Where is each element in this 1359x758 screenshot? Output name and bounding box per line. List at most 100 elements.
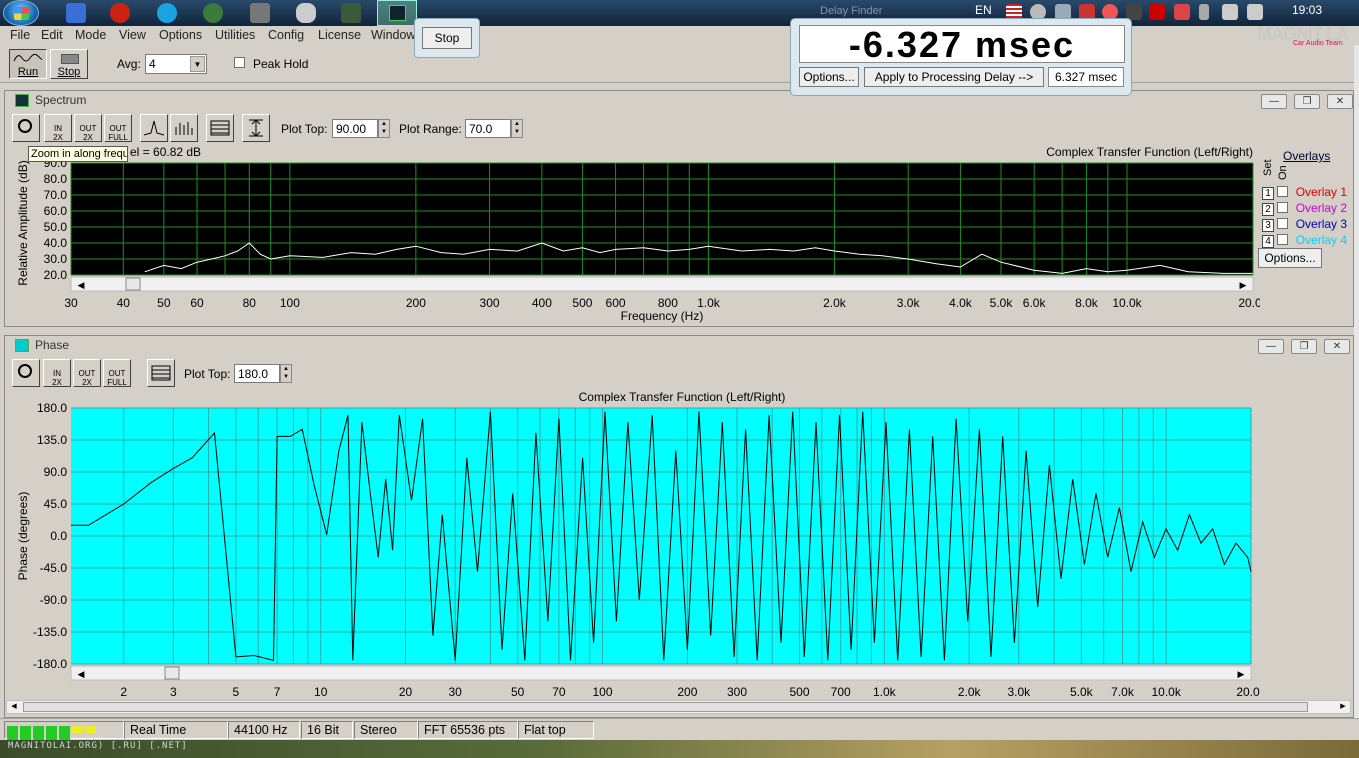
menu-config[interactable]: Config: [268, 28, 304, 42]
phase-plot-top-spinner[interactable]: ▲ ▼: [280, 364, 292, 383]
phase-plot-top-input[interactable]: 180.0: [234, 364, 280, 383]
avg-select[interactable]: 4 ▼: [145, 54, 207, 74]
phase-plot-top-label: Plot Top:: [184, 367, 231, 381]
overlay-set-2[interactable]: 2: [1262, 203, 1274, 216]
speaker-icon[interactable]: [1247, 4, 1263, 20]
menu-file[interactable]: File: [10, 28, 30, 42]
y-tick-label: 50.0: [44, 220, 68, 234]
y-tick-label: 20.0: [44, 268, 68, 282]
x-tick-label: 5.0k: [990, 296, 1014, 310]
status-rate: 44100 Hz: [228, 721, 300, 739]
line-mode-button[interactable]: [140, 114, 168, 142]
zoom-out-full-button[interactable]: OUT FULL: [104, 114, 132, 142]
spectrum-window-title: Spectrum: [35, 93, 87, 107]
overlay-set-3[interactable]: 3: [1262, 219, 1274, 232]
overlay-row-2: 2 Overlay 2: [1262, 201, 1347, 216]
scroll-thumb[interactable]: [23, 702, 1308, 712]
spectrum-window-icon: [15, 94, 29, 107]
spectrum-plot-top-spinner[interactable]: ▲ ▼: [378, 119, 390, 138]
menu-window[interactable]: Window: [371, 28, 415, 42]
phase-restore-icon[interactable]: ❐: [1291, 339, 1317, 354]
restore-icon[interactable]: ❐: [1294, 94, 1320, 109]
spectrum-plot-top-input[interactable]: 90.00: [332, 119, 378, 138]
y-tick-label: 180.0: [37, 401, 67, 415]
x-tick-label: 2.0k: [823, 296, 847, 310]
overlay-checkbox-2[interactable]: [1277, 202, 1289, 213]
active-app-tab[interactable]: [377, 0, 417, 26]
overlay-options-button[interactable]: Options...: [1258, 248, 1322, 268]
scroll-left-icon: ◀: [78, 669, 85, 679]
ati-icon[interactable]: [1149, 4, 1165, 20]
list-view-button[interactable]: [206, 114, 234, 142]
zoom-tool-button[interactable]: [12, 114, 40, 142]
plot-range-spinner[interactable]: ▲ ▼: [511, 119, 523, 138]
menu-edit[interactable]: Edit: [41, 28, 63, 42]
x-tick-label: 3.0k: [897, 296, 921, 310]
overlay-checkbox-1[interactable]: [1277, 186, 1289, 197]
workspace-vscrollbar[interactable]: [1354, 45, 1359, 718]
chart-scrollbar: [70, 665, 1252, 681]
phase-zoom-tool-button[interactable]: [12, 359, 40, 387]
zoom-in-2x-button[interactable]: IN 2X: [44, 114, 72, 142]
plot-range-input[interactable]: 70.0: [465, 119, 511, 138]
overlays-label[interactable]: Overlays: [1283, 149, 1330, 163]
flag-red-icon[interactable]: [1174, 4, 1190, 20]
y-axis-label: Relative Amplitude (dB): [16, 160, 30, 285]
phase-zoom-in-2x-button[interactable]: IN 2X: [43, 359, 71, 387]
menu-view[interactable]: View: [119, 28, 146, 42]
zoom-out-2x-button[interactable]: OUT 2X: [74, 114, 102, 142]
x-tick-label: 700: [831, 685, 851, 698]
start-button[interactable]: [3, 0, 39, 26]
film-icon[interactable]: [250, 3, 270, 23]
level-seg: [72, 726, 83, 733]
ghost-window-title: Delay Finder: [820, 5, 883, 17]
overlay-checkbox-3[interactable]: [1277, 218, 1289, 229]
menu-mode[interactable]: Mode: [75, 28, 106, 42]
phase-zoom-out-2x-button[interactable]: OUT 2X: [73, 359, 101, 387]
phase-list-view-button[interactable]: [147, 359, 175, 387]
workspace-hscrollbar[interactable]: ◀ ▶: [6, 700, 1351, 714]
alien-icon[interactable]: [296, 3, 316, 23]
phase-zoom-out-full-button[interactable]: OUT FULL: [103, 359, 131, 387]
clock[interactable]: 19:03: [1292, 3, 1322, 17]
scroll-left-icon[interactable]: ◀: [8, 702, 20, 712]
stop-button[interactable]: Stop: [50, 49, 88, 79]
overlay-set-1[interactable]: 1: [1262, 187, 1274, 200]
x-tick-label: 50: [157, 296, 171, 310]
bar-mode-button[interactable]: [170, 114, 198, 142]
run-button[interactable]: Run: [9, 49, 47, 79]
save-app-icon[interactable]: [66, 3, 86, 23]
monitor-icon[interactable]: [341, 3, 361, 23]
menu-options[interactable]: Options: [159, 28, 202, 42]
apply-delay-button[interactable]: Apply to Processing Delay -->: [864, 67, 1044, 87]
peak-hold-checkbox[interactable]: [234, 57, 245, 68]
chart-scroll-thumb: [125, 277, 141, 291]
phase-close-icon[interactable]: ✕: [1324, 339, 1350, 354]
x-tick-label: 5: [233, 685, 240, 698]
menu-utilities[interactable]: Utilities: [215, 28, 255, 42]
delay-options-button[interactable]: Options...: [799, 67, 859, 87]
peak-icon: [143, 120, 165, 136]
battery-icon[interactable]: [1199, 4, 1209, 20]
language-indicator[interactable]: EN: [975, 3, 992, 17]
chevron-down-icon[interactable]: ▼: [190, 56, 205, 72]
popup-stop-button[interactable]: Stop: [422, 27, 472, 49]
globe-icon[interactable]: [203, 3, 223, 23]
minimize-icon[interactable]: —: [1261, 94, 1287, 109]
status-window: Flat top: [518, 721, 594, 739]
overlay-label-1: Overlay 1: [1295, 185, 1348, 199]
overlay-set-4[interactable]: 4: [1262, 235, 1274, 248]
spectrum-chart[interactable]: 90.080.070.060.050.040.030.020.0◀ ▶30 40 50…: [0, 143, 1260, 323]
skype-icon[interactable]: [157, 3, 177, 23]
phase-chart[interactable]: 180.0 135.0 90.0 45.0 0.0 -45.0 -90.0 -135.0 -18…: [0, 388, 1260, 698]
phase-minimize-icon[interactable]: —: [1258, 339, 1284, 354]
analyzer-icon: [389, 5, 406, 21]
scale-button[interactable]: [242, 114, 270, 142]
menu-license[interactable]: License: [318, 28, 361, 42]
volume-icon[interactable]: [1222, 4, 1238, 20]
opera-icon[interactable]: [110, 3, 130, 23]
scroll-right-icon[interactable]: ▶: [1337, 702, 1349, 712]
close-icon[interactable]: ✕: [1327, 94, 1353, 109]
overlay-checkbox-4[interactable]: [1277, 234, 1289, 245]
x-tick-label: 10.0k: [1112, 296, 1142, 310]
